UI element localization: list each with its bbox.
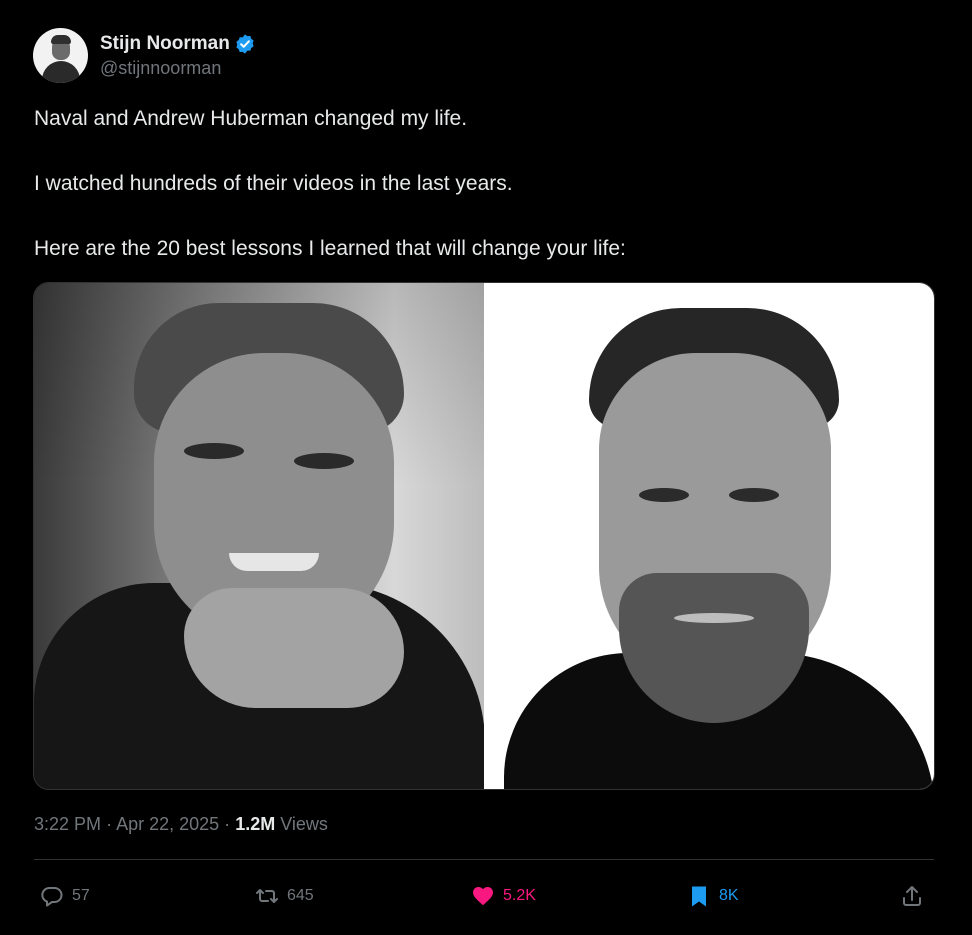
reply-button[interactable]: 57	[40, 877, 90, 915]
bookmark-icon	[692, 886, 706, 907]
like-count: 5.2K	[503, 887, 536, 904]
meta-separator: ·	[106, 814, 113, 834]
tweet-time[interactable]: 3:22 PM	[34, 814, 101, 834]
reply-count: 57	[72, 887, 90, 904]
repost-count: 645	[287, 887, 314, 904]
tweet-metadata: 3:22 PM · Apr 22, 2025 · 1.2M Views	[34, 814, 328, 835]
verified-badge-icon	[236, 33, 254, 54]
share-button[interactable]	[900, 877, 924, 915]
tweet-text: Naval and Andrew Huberman changed my lif…	[34, 106, 934, 301]
views-count: 1.2M	[235, 814, 276, 834]
like-button[interactable]: 5.2K	[471, 877, 536, 915]
share-icon	[903, 886, 921, 906]
tweet-paragraph: Here are the 20 best lessons I learned t…	[34, 237, 626, 260]
bookmark-button[interactable]: 8K	[687, 877, 739, 915]
action-bar: 57 645 5.2K 8K	[34, 877, 934, 915]
photo-naval[interactable]	[34, 283, 484, 789]
tweet-paragraph: Naval and Andrew Huberman changed my lif…	[34, 107, 468, 130]
tweet-media[interactable]	[33, 282, 935, 790]
tweet-date[interactable]: Apr 22, 2025	[116, 814, 219, 834]
reply-icon	[41, 886, 63, 907]
tweet-header: Stijn Noorman @stijnnoorman	[33, 28, 256, 83]
author-display-name[interactable]: Stijn Noorman	[100, 33, 230, 55]
bookmark-count: 8K	[719, 887, 739, 904]
repost-icon	[256, 889, 278, 903]
like-heart-icon	[473, 887, 493, 906]
photo-huberman[interactable]	[484, 283, 934, 789]
repost-button[interactable]: 645	[255, 877, 314, 915]
author-names: Stijn Noorman @stijnnoorman	[100, 33, 256, 79]
meta-separator: ·	[224, 814, 231, 834]
divider	[34, 859, 934, 860]
author-handle[interactable]: @stijnnoorman	[100, 58, 256, 79]
avatar[interactable]	[33, 28, 88, 83]
tweet-paragraph: I watched hundreds of their videos in th…	[34, 172, 513, 195]
views-label: Views	[280, 814, 328, 834]
